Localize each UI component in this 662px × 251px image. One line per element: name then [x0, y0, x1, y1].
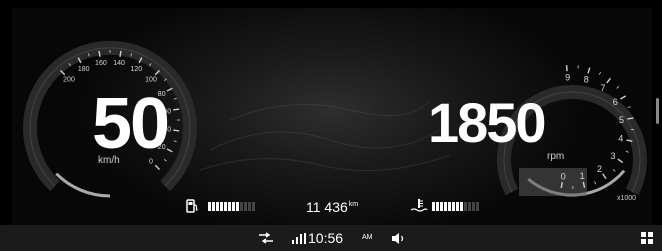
speed-major-tick [173, 129, 180, 132]
clock-time: 10:56 [308, 230, 344, 246]
clock-ampm: AM [362, 234, 373, 241]
fuel-segment [244, 202, 247, 211]
rpm-minor-tick [625, 150, 629, 153]
fuel-segment [208, 202, 211, 211]
fuel-segment [240, 202, 243, 211]
speed-major-tick [173, 108, 180, 111]
rpm-major-tick [565, 65, 568, 72]
rpm-minor-tick [612, 169, 616, 172]
coolant-segment [436, 202, 439, 211]
rpm-tick-label: 8 [584, 74, 589, 84]
grid-menu-icon[interactable] [641, 232, 653, 246]
odometer-unit: km [348, 201, 359, 208]
rpm-tick-label: 0 [561, 171, 566, 181]
rpm-major-tick [617, 158, 624, 164]
speed-tick-label: 180 [78, 66, 90, 73]
rpm-tick-label: 1 [580, 171, 585, 181]
coolant-segment [464, 202, 467, 211]
rpm-tick-label: 9 [565, 72, 570, 82]
coolant-segment [444, 202, 447, 211]
speed-tick-label: 140 [113, 60, 125, 67]
rpm-major-tick [627, 117, 634, 120]
speed-tick-label: 100 [145, 76, 157, 83]
rpm-tick-label: 2 [597, 164, 602, 174]
speed-tick-label: 120 [130, 66, 142, 73]
speed-progress-arc [55, 172, 111, 198]
coolant-segment [476, 202, 479, 211]
rpm-major-tick [606, 77, 612, 84]
fuel-segment [212, 202, 215, 211]
speed-major-tick [98, 50, 101, 57]
rpm-major-tick [602, 173, 607, 180]
fuel-level-bar [208, 202, 255, 211]
speed-unit: km/h [98, 155, 120, 166]
rpm-low-band [519, 168, 587, 196]
fuel-pump-icon [186, 199, 198, 213]
odometer-value: 11 436 [306, 199, 348, 215]
speed-minor-tick [173, 97, 177, 100]
fuel-segment [220, 202, 223, 211]
coolant-segment [468, 202, 471, 211]
speed-value: 50 [92, 84, 170, 164]
rpm-major-tick [620, 95, 627, 100]
fuel-segment [236, 202, 239, 211]
instrument-cluster: 0 20 40 60 80 100 120 140 160 180 200 0123456789 5… [0, 0, 662, 251]
coolant-segment [448, 202, 451, 211]
rpm-tick-label: 5 [619, 115, 624, 125]
rpm-value: 1850 [428, 91, 547, 154]
fuel-segment [252, 202, 255, 211]
rpm-unit: rpm [547, 151, 565, 162]
rpm-tick-label: 7 [600, 83, 605, 93]
scroll-indicator[interactable] [656, 98, 659, 124]
coolant-segment [456, 202, 459, 211]
rpm-multiplier: x1000 [617, 195, 637, 202]
coolant-segment [440, 202, 443, 211]
speed-major-tick [119, 50, 122, 57]
fuel-segment [228, 202, 231, 211]
rpm-minor-tick [616, 86, 620, 89]
rpm-tick-label: 3 [610, 151, 615, 161]
speed-major-tick [154, 164, 160, 170]
rpm-tick-label: 6 [613, 97, 618, 107]
odometer: 11 436km [306, 199, 358, 215]
drive-mode-icon[interactable] [258, 232, 274, 246]
coolant-segment [460, 202, 463, 211]
signal-icon [292, 233, 306, 244]
coolant-segment [452, 202, 455, 211]
speed-minor-tick [173, 140, 177, 143]
fuel-segment [232, 202, 235, 211]
coolant-segment [432, 202, 435, 211]
coolant-temperature-icon [410, 199, 428, 212]
rpm-minor-tick [594, 181, 597, 185]
coolant-segment [472, 202, 475, 211]
rpm-minor-tick [627, 106, 631, 109]
fuel-segment [224, 202, 227, 211]
speed-tick-label: 160 [95, 60, 107, 67]
speed-tick-label: 200 [63, 76, 75, 83]
volume-icon[interactable] [391, 232, 407, 246]
fuel-segment [248, 202, 251, 211]
fuel-segment [216, 202, 219, 211]
rpm-minor-tick [598, 71, 601, 75]
coolant-level-bar [432, 202, 479, 211]
rpm-major-tick [587, 67, 591, 74]
rpm-tick-label: 4 [618, 134, 623, 144]
